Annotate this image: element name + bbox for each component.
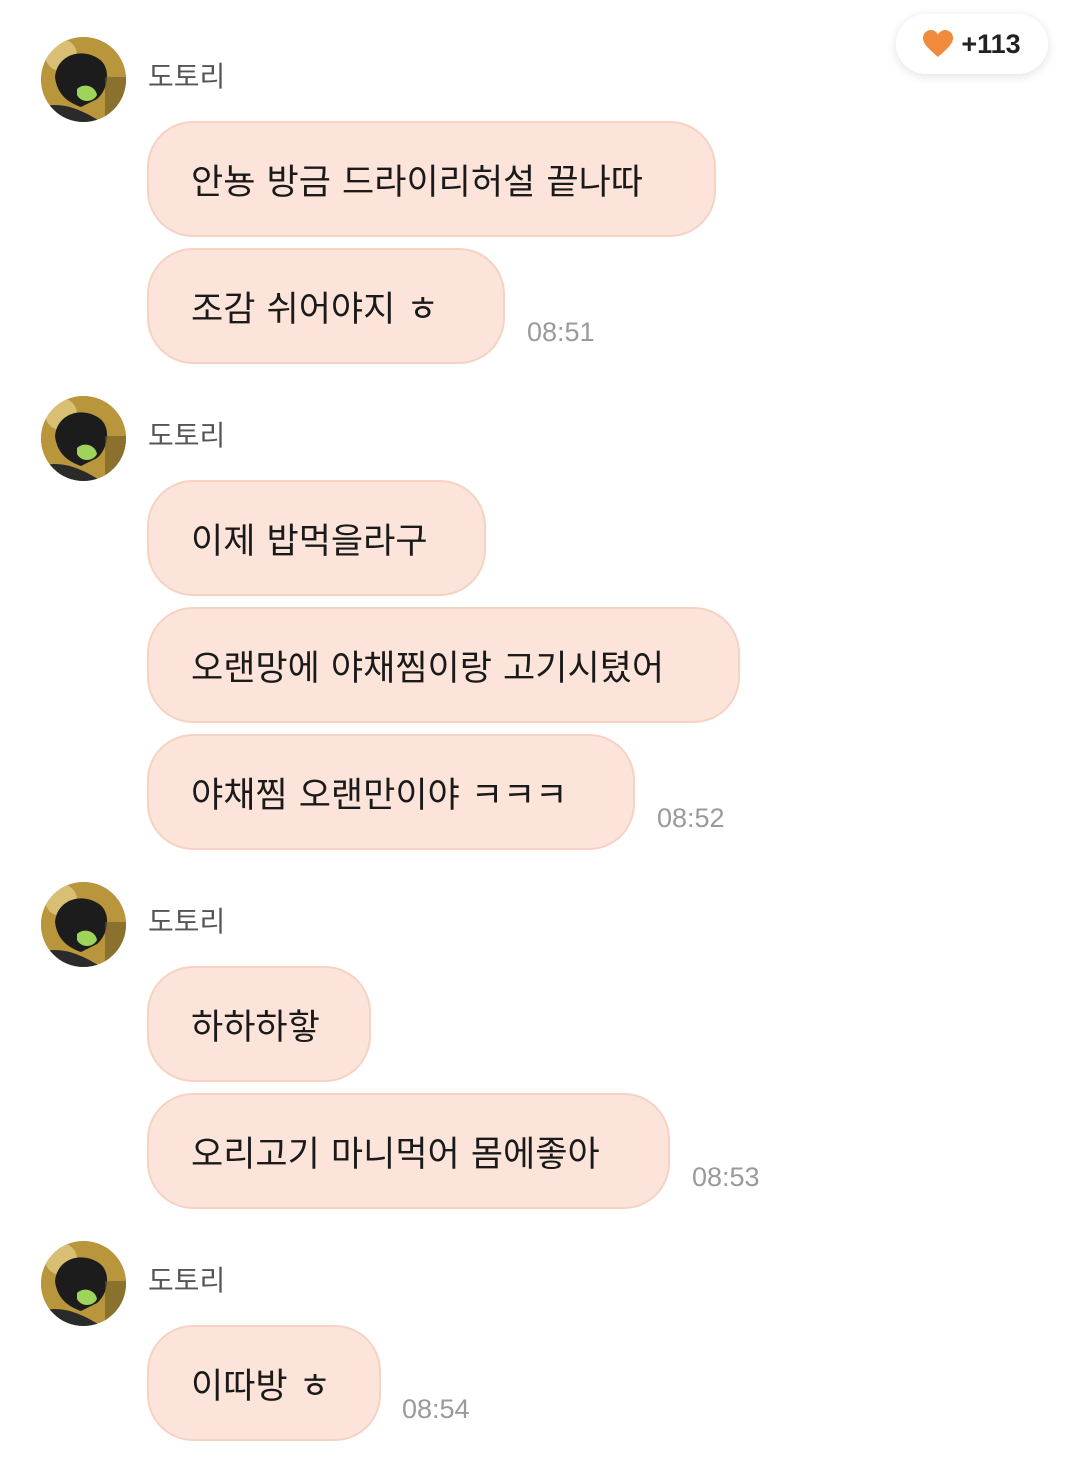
like-badge[interactable]: +113 — [896, 14, 1048, 74]
heart-icon — [923, 30, 954, 58]
message-time: 08:51 — [527, 317, 595, 347]
sender-name: 도토리 — [148, 60, 226, 93]
message-time: 08:53 — [692, 1162, 760, 1192]
message-bubble[interactable]: 조감 쉬어야지 ㅎ — [147, 248, 505, 364]
message-bubble[interactable]: 오랜망에 야채찜이랑 고기시텼어 — [147, 607, 740, 723]
sender-name: 도토리 — [148, 1264, 226, 1297]
avatar[interactable] — [41, 396, 126, 481]
sender-name: 도토리 — [148, 419, 226, 452]
sender-name: 도토리 — [148, 905, 226, 938]
avatar[interactable] — [41, 1241, 126, 1326]
like-count: +113 — [961, 28, 1021, 59]
message-time: 08:52 — [657, 803, 725, 833]
message-bubble[interactable]: 이제 밥먹을라구 — [147, 480, 486, 596]
message-bubble[interactable]: 오리고기 마니먹어 몸에좋아 — [147, 1093, 670, 1209]
message-bubble[interactable]: 이따방 ㅎ — [147, 1325, 381, 1441]
message-bubble[interactable]: 하하하핳 — [147, 966, 371, 1082]
avatar[interactable] — [41, 882, 126, 967]
message-time: 08:54 — [402, 1394, 470, 1424]
message-bubble[interactable]: 안뇽 방금 드라이리허설 끝나따 — [147, 121, 716, 237]
avatar[interactable] — [41, 37, 126, 122]
message-bubble[interactable]: 야채찜 오랜만이야 ㅋㅋㅋ — [147, 734, 635, 850]
